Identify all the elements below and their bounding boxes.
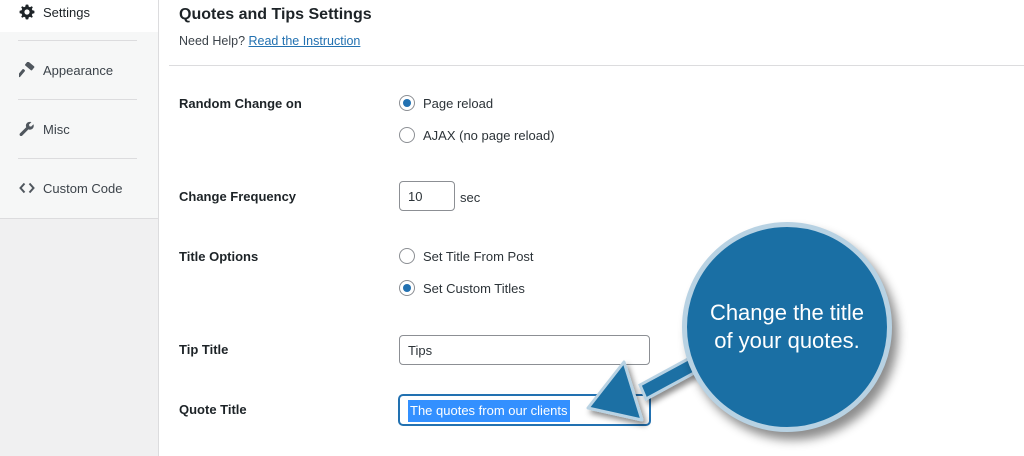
sidebar-item-label: Appearance: [43, 62, 114, 78]
settings-sidebar: Settings Appearance Misc Custom Code: [0, 0, 159, 456]
settings-nav-panel: Settings Appearance Misc Custom Code: [0, 0, 158, 219]
help-line: Need Help? Read the Instruction: [179, 34, 360, 48]
divider: [18, 99, 137, 100]
radio-label: Page reload: [423, 95, 494, 111]
tip-title-input[interactable]: [399, 335, 650, 365]
radio-ajax[interactable]: AJAX (no page reload): [399, 127, 555, 143]
code-icon: [19, 180, 35, 196]
radio-label: Set Title From Post: [423, 248, 534, 264]
radio-page-reload[interactable]: Page reload: [399, 95, 493, 111]
radio-title-from-post[interactable]: Set Title From Post: [399, 248, 534, 264]
sidebar-item-label: Misc: [43, 121, 70, 137]
callout-text: Change the title of your quotes.: [709, 300, 865, 353]
callout-bubble: Change the title of your quotes.: [682, 222, 892, 432]
hammer-icon: [19, 62, 35, 78]
change-frequency-input[interactable]: [399, 181, 455, 211]
page-title: Quotes and Tips Settings: [179, 6, 372, 23]
quote-title-label: Quote Title: [179, 402, 247, 417]
header-divider: [169, 65, 1024, 66]
radio-custom-titles[interactable]: Set Custom Titles: [399, 280, 525, 296]
divider: [18, 158, 137, 159]
change-frequency-label: Change Frequency: [179, 189, 297, 204]
radio-label: Set Custom Titles: [423, 280, 525, 296]
sidebar-item-appearance[interactable]: Appearance: [0, 50, 158, 90]
sidebar-item-misc[interactable]: Misc: [0, 109, 158, 149]
sidebar-item-custom-code[interactable]: Custom Code: [0, 168, 158, 208]
divider: [18, 40, 137, 41]
help-prefix: Need Help?: [179, 34, 246, 48]
radio-button[interactable]: [399, 248, 415, 264]
radio-label: AJAX (no page reload): [423, 127, 555, 143]
radio-button[interactable]: [399, 127, 415, 143]
tip-title-label: Tip Title: [179, 342, 229, 357]
selected-text: The quotes from our clients: [408, 400, 570, 422]
instruction-link[interactable]: Read the Instruction: [249, 34, 361, 48]
frequency-unit: sec: [460, 190, 481, 205]
settings-main: Quotes and Tips Settings Need Help? Read…: [159, 0, 1024, 456]
quote-title-input[interactable]: The quotes from our clients: [399, 395, 650, 425]
radio-button-checked[interactable]: [399, 280, 415, 296]
wrench-icon: [19, 121, 35, 137]
gear-icon: [19, 4, 35, 20]
sidebar-item-settings[interactable]: Settings: [0, 0, 158, 32]
sidebar-item-label: Settings: [43, 4, 90, 20]
sidebar-item-label: Custom Code: [43, 180, 123, 196]
radio-button-checked[interactable]: [399, 95, 415, 111]
title-options-label: Title Options: [179, 249, 259, 264]
random-change-label: Random Change on: [179, 96, 302, 111]
